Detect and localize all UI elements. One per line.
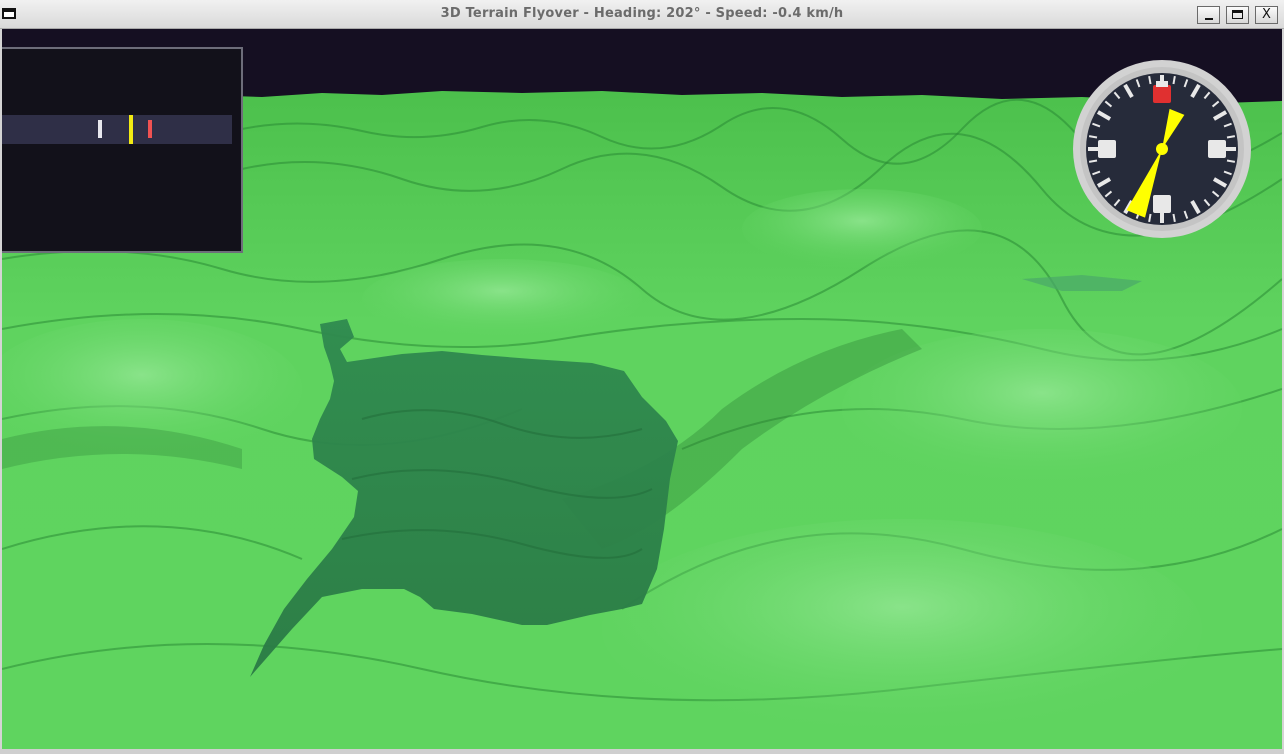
compass-tick xyxy=(1226,135,1236,139)
minimize-icon xyxy=(1205,18,1213,20)
close-icon: X xyxy=(1262,7,1271,22)
title-bar[interactable]: 3D Terrain Flyover - Heading: 202° - Spe… xyxy=(0,0,1284,29)
window-bottom-edge xyxy=(0,749,1284,754)
maximize-icon xyxy=(1232,10,1243,19)
west-marker xyxy=(1098,140,1116,158)
compass-tick xyxy=(1088,135,1098,139)
minimap-panel xyxy=(2,47,243,253)
close-button[interactable]: X xyxy=(1255,6,1278,24)
red-marker xyxy=(148,120,152,138)
compass-tick xyxy=(1172,213,1176,223)
minimize-button[interactable] xyxy=(1197,6,1220,24)
compass-gauge xyxy=(1073,60,1251,238)
compass-hub xyxy=(1156,143,1168,155)
maximize-button[interactable] xyxy=(1226,6,1249,24)
app-window: 3D Terrain Flyover - Heading: 202° - Spe… xyxy=(0,0,1284,754)
3d-viewport[interactable] xyxy=(2,29,1282,749)
compass-tick xyxy=(1172,75,1176,85)
compass-tick xyxy=(1088,159,1098,163)
north-marker-cap xyxy=(1156,81,1168,87)
compass-tick xyxy=(1148,75,1152,85)
hill-highlight xyxy=(742,189,982,269)
yellow-marker xyxy=(129,115,133,144)
hill-highlight xyxy=(362,259,642,339)
compass-tick xyxy=(1226,159,1236,163)
east-marker xyxy=(1208,140,1226,158)
window-title: 3D Terrain Flyover - Heading: 202° - Spe… xyxy=(440,6,844,21)
minimap-strip xyxy=(2,115,232,144)
south-marker xyxy=(1153,195,1171,213)
white-marker xyxy=(98,120,102,138)
hill-highlight xyxy=(602,519,1202,739)
north-marker xyxy=(1153,85,1171,103)
compass-tick xyxy=(1148,213,1152,223)
